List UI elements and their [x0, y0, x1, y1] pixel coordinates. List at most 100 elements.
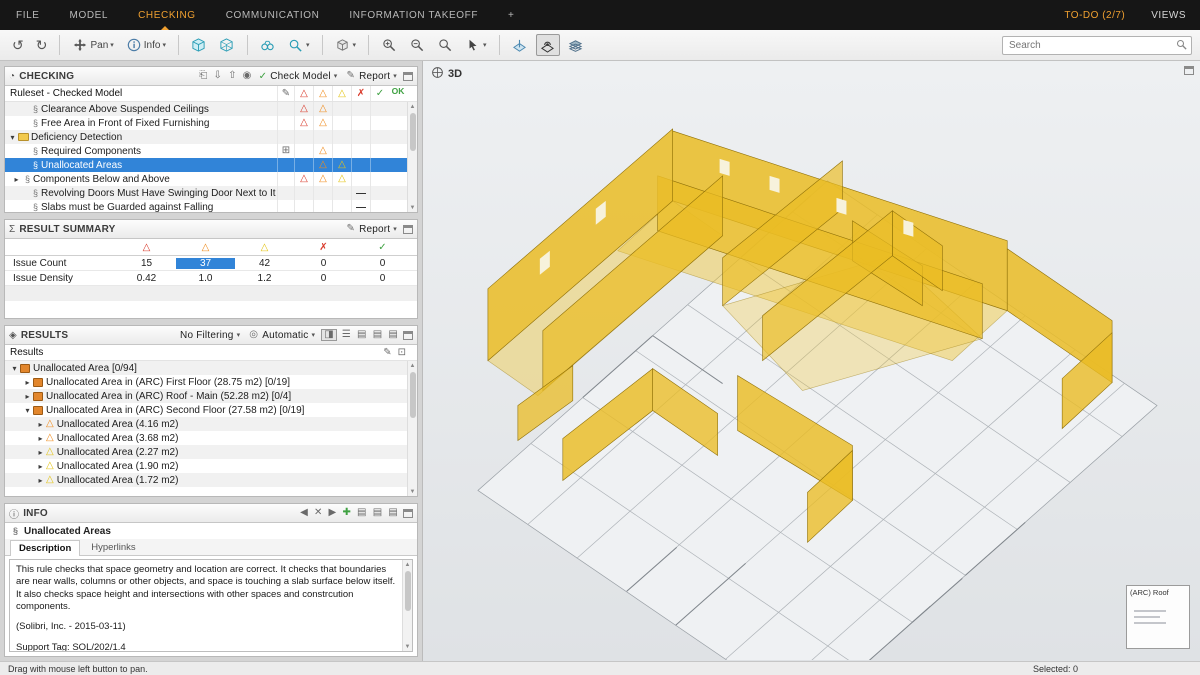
result-row[interactable]: ▸ Unallocated Area in (ARC) Roof - Main … [5, 389, 417, 403]
menu-tab-model[interactable]: MODEL [68, 1, 111, 30]
result-row[interactable]: ▸△ Unallocated Area (1.90 m2) [5, 459, 417, 473]
pan-tool-button[interactable]: Pan▾ [68, 34, 117, 56]
views-button[interactable]: VIEWS [1151, 10, 1186, 21]
collapse-icon[interactable]: ▾ [22, 406, 33, 415]
issue-density-accepted[interactable]: 0 [353, 273, 412, 284]
report-slideshow-icon[interactable]: ▤ [356, 330, 368, 340]
issue-count-accepted[interactable]: 0 [353, 258, 412, 269]
export-icon[interactable]: ▤ [387, 508, 399, 518]
expand-icon[interactable]: ▸ [22, 392, 33, 401]
issue-density-rejected[interactable]: 0 [294, 273, 353, 284]
expand-icon[interactable]: ▸ [35, 448, 46, 457]
model-cube-button[interactable] [187, 34, 211, 56]
result-row[interactable]: ▸△ Unallocated Area (3.68 m2) [5, 431, 417, 445]
issue-count-red[interactable]: 15 [117, 258, 176, 269]
rule-row[interactable]: § Required Components ⊞△ [5, 144, 417, 158]
menu-tab-add[interactable]: + [506, 1, 516, 30]
add-note-icon[interactable]: ✚ [341, 508, 352, 518]
prev-icon[interactable]: ◀ [299, 508, 309, 518]
find-components-button[interactable]: ▾ [284, 34, 314, 56]
layers-button[interactable] [564, 34, 588, 56]
expand-icon[interactable]: ▸ [11, 175, 22, 184]
issue-count-yellow[interactable]: 42 [235, 258, 294, 269]
issue-count-orange-selected[interactable]: 37 [176, 258, 235, 269]
todo-button[interactable]: TO-DO (2/7) [1064, 10, 1125, 21]
3d-viewport[interactable]: 3D [422, 61, 1200, 661]
slideshow-icon[interactable]: ▤ [356, 508, 368, 518]
results-scrollbar[interactable]: ▲▼ [407, 361, 417, 496]
expand-icon[interactable]: ▸ [22, 378, 33, 387]
expand-icon[interactable]: ▸ [35, 434, 46, 443]
building-model[interactable] [423, 61, 1200, 660]
rule-row[interactable]: ▸§ Components Below and Above △△△ [5, 172, 417, 186]
print-icon[interactable]: ▤ [372, 330, 384, 340]
next-icon[interactable]: ▶ [328, 508, 338, 518]
issue-density-orange[interactable]: 1.0 [176, 273, 235, 284]
model-cube-transparent-button[interactable] [215, 34, 239, 56]
checking-report-button[interactable]: ✎Report▾ [343, 71, 399, 82]
rule-row[interactable]: § Slabs must be Guarded against Falling … [5, 200, 417, 212]
list-view-icon[interactable]: ☰ [341, 330, 352, 340]
tab-description[interactable]: Description [10, 540, 80, 556]
menu-tab-checking[interactable]: CHECKING [136, 1, 198, 30]
issue-density-yellow[interactable]: 1.2 [235, 273, 294, 284]
result-row[interactable]: ▸△ Unallocated Area (1.72 m2) [5, 473, 417, 487]
redo-button[interactable]: ↻ [32, 35, 52, 55]
issue-density-red[interactable]: 0.42 [117, 273, 176, 284]
search-input[interactable] [1002, 36, 1192, 55]
settings-icon[interactable]: ◉ [242, 71, 253, 81]
view-window-icon[interactable] [1184, 66, 1194, 75]
section-legend-box[interactable]: (ARC) Roof [1126, 585, 1190, 649]
ruleset-folder-row[interactable]: ▾ Deficiency Detection [5, 130, 417, 144]
panel-window-icon[interactable] [403, 72, 413, 81]
undo-button[interactable]: ↺ [8, 35, 28, 55]
tab-hyperlinks[interactable]: Hyperlinks [82, 539, 144, 555]
move-up-icon[interactable]: ⇧ [227, 71, 238, 81]
result-row[interactable]: ▸△ Unallocated Area (2.27 m2) [5, 445, 417, 459]
menu-tab-information-takeoff[interactable]: INFORMATION TAKEOFF [347, 1, 480, 30]
print-icon[interactable]: ▤ [372, 508, 384, 518]
filter-dropdown[interactable]: No Filtering▾ [178, 330, 242, 341]
result-row[interactable]: ▾ Unallocated Area [0/94] [5, 361, 417, 375]
checking-scrollbar[interactable]: ▲▼ [407, 102, 417, 212]
rule-row[interactable]: § Revolving Doors Must Have Swinging Doo… [5, 186, 417, 200]
check-model-button[interactable]: ✓Check Model▾ [257, 71, 340, 82]
info-scrollbar[interactable]: ▲▼ [402, 560, 412, 651]
stop-icon[interactable]: ✕ [313, 508, 324, 518]
select-arrow-button[interactable]: ▾ [461, 34, 491, 56]
rule-row[interactable]: § Clearance Above Suspended Ceilings △△ [5, 102, 417, 116]
attach-icon[interactable]: ✎ [382, 348, 392, 358]
component-box-button[interactable]: ▾ [331, 34, 361, 56]
result-row[interactable]: ▸ Unallocated Area in (ARC) First Floor … [5, 375, 417, 389]
navigation-tool-button[interactable] [536, 34, 560, 56]
rule-row[interactable]: § Free Area in Front of Fixed Furnishing… [5, 116, 417, 130]
move-down-icon[interactable]: ⇩ [212, 71, 223, 81]
open-ruleset-icon[interactable]: ⎗ [198, 71, 208, 81]
camera-icon[interactable]: ⊡ [397, 348, 407, 358]
collapse-icon[interactable]: ▾ [9, 364, 20, 373]
grouping-dropdown[interactable]: ◎Automatic▾ [246, 330, 317, 341]
export-icon[interactable]: ▤ [387, 330, 399, 340]
menu-tab-communication[interactable]: COMMUNICATION [224, 1, 322, 30]
rule-row-selected[interactable]: § Unallocated Areas △△ [5, 158, 417, 172]
summary-report-button[interactable]: ✎Report▾ [343, 224, 399, 235]
panel-window-icon[interactable] [403, 509, 413, 518]
menu-tab-file[interactable]: FILE [14, 1, 42, 30]
panel-window-icon[interactable] [403, 225, 413, 234]
collapse-icon[interactable]: ▾ [7, 133, 18, 142]
expand-icon[interactable]: ▸ [35, 476, 46, 485]
show-results-icon[interactable]: ◨ [321, 329, 337, 341]
ruleset-row[interactable]: Ruleset - Checked Model ✎ △ △ △ ✗ ✓ OK [5, 86, 417, 102]
result-row[interactable]: ▸△ Unallocated Area (4.16 m2) [5, 417, 417, 431]
find-button[interactable] [256, 34, 280, 56]
search-icon[interactable] [1176, 38, 1188, 56]
zoom-in-button[interactable] [377, 34, 401, 56]
zoom-out-button[interactable] [405, 34, 429, 56]
zoom-window-button[interactable] [433, 34, 457, 56]
expand-icon[interactable]: ▸ [35, 420, 46, 429]
section-plane-button[interactable] [508, 34, 532, 56]
issue-count-rejected[interactable]: 0 [294, 258, 353, 269]
info-tool-button[interactable]: Info▾ [122, 34, 170, 56]
panel-window-icon[interactable] [403, 331, 413, 340]
expand-icon[interactable]: ▸ [35, 462, 46, 471]
